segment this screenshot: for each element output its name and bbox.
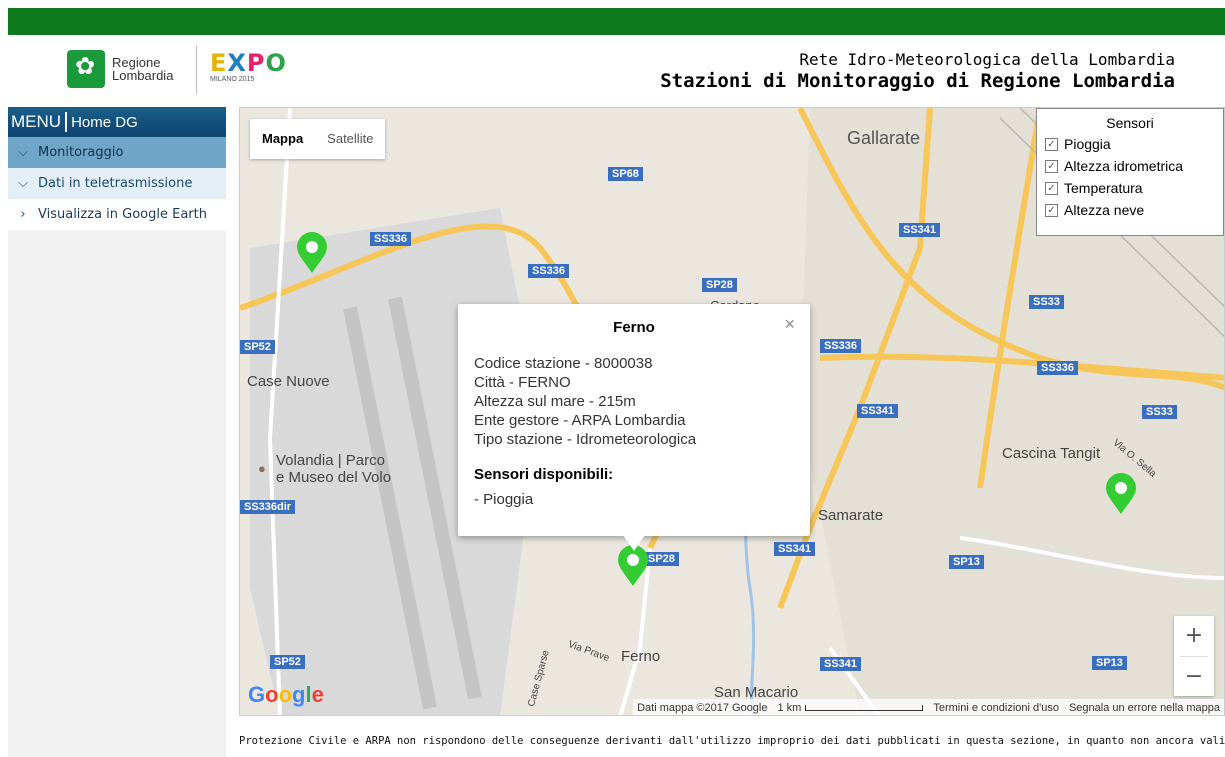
road-ss336: SS336	[370, 232, 412, 246]
chevron-down-icon: ⌵	[18, 176, 28, 191]
scale-bar: 1 km	[778, 702, 924, 714]
home-dg-link[interactable]: Home DG	[71, 114, 138, 131]
map-type-mappa-button[interactable]: Mappa	[250, 119, 315, 159]
checkbox-icon[interactable]: ✓	[1045, 181, 1058, 195]
popup-line-tipo: Tipo stazione - Idrometeorologica	[474, 431, 697, 448]
road-sp52: SP52	[240, 340, 275, 354]
chevron-down-icon: ⌵	[18, 145, 28, 160]
attribution-data: Dati mappa ©2017 Google	[637, 701, 768, 714]
page-title: Rete Idro-Meteorologica della Lombardia …	[660, 50, 1175, 92]
zoom-out-button[interactable]: −	[1174, 657, 1214, 697]
map-attribution: Dati mappa ©2017 Google 1 km Termini e c…	[633, 699, 1224, 715]
station-marker-ferno[interactable]	[616, 545, 650, 587]
road-ss336: SS336	[820, 339, 862, 353]
menu-header: MENU Home DG	[8, 107, 226, 137]
road-ss336: SS336	[1037, 361, 1079, 375]
road-ss341: SS341	[857, 404, 899, 418]
road-sp13: SP13	[1092, 656, 1127, 670]
header-bar	[8, 8, 1225, 35]
popup-sensor-item: - Pioggia	[474, 491, 534, 508]
road-sp28: SP28	[702, 278, 737, 292]
map-type-control: Mappa Satellite	[250, 119, 386, 159]
sidebar: MENU Home DG ⌵ Monitoraggio ⌵ Dati in te…	[8, 107, 226, 757]
station-marker[interactable]	[295, 232, 329, 274]
road-ss336: SS336	[528, 264, 570, 278]
regione-logo-text: Regione Lombardia	[112, 55, 174, 83]
place-label-gallarate: Gallarate	[847, 128, 921, 148]
regione-lombardia-logo[interactable]: ✿ Regione Lombardia	[67, 50, 197, 88]
sidebar-item-google-earth[interactable]: › Visualizza in Google Earth	[8, 199, 226, 230]
sensors-title: Sensori	[1106, 115, 1154, 131]
terms-link[interactable]: Termini e condizioni d'uso	[933, 702, 1059, 714]
zoom-in-button[interactable]: +	[1174, 616, 1214, 656]
zoom-control: + −	[1174, 616, 1214, 696]
sidebar-item-dati-teletrasmissione[interactable]: ⌵ Dati in teletrasmissione	[8, 168, 226, 199]
map-type-satellite-button[interactable]: Satellite	[315, 119, 385, 159]
google-logo[interactable]: Google	[248, 682, 324, 708]
sensor-toggle-altezza-neve[interactable]: ✓ Altezza neve	[1045, 199, 1215, 221]
road-ss341: SS341	[820, 657, 862, 671]
sidebar-item-label: Visualizza in Google Earth	[38, 207, 207, 222]
popup-line-altezza: Altezza sul mare - 215m	[474, 393, 636, 410]
station-marker[interactable]	[1104, 473, 1138, 515]
popup-line-ente: Ente gestore - ARPA Lombardia	[474, 412, 686, 429]
popup-line-codice: Codice stazione - 8000038	[474, 355, 653, 372]
menu-label: MENU	[11, 112, 62, 131]
place-label-volandia-1: Volandia | Parco	[276, 452, 385, 469]
sensor-toggle-pioggia[interactable]: ✓ Pioggia	[1045, 133, 1215, 155]
expo-logo[interactable]: EXPO MILANO 2015	[210, 50, 287, 83]
road-ss336dir: SS336dir	[240, 500, 296, 514]
road-ss341: SS341	[774, 542, 816, 556]
place-label-ferno: Ferno	[621, 648, 661, 665]
sidebar-item-label: Dati in teletrasmissione	[38, 176, 193, 191]
title-line1: Rete Idro-Meteorologica della Lombardia	[799, 50, 1175, 69]
sensors-panel: Sensori ✓ Pioggia ✓ Altezza idrometrica ✓ T…	[1036, 108, 1224, 236]
place-label-cascina-tangit: Cascina Tangit	[1002, 445, 1101, 462]
chevron-right-icon: ›	[20, 207, 26, 222]
popup-line-citta: Città - FERNO	[474, 374, 571, 391]
checkbox-icon[interactable]: ✓	[1045, 159, 1058, 173]
logo-divider	[196, 46, 197, 94]
sidebar-item-monitoraggio[interactable]: ⌵ Monitoraggio	[8, 137, 226, 168]
popup-body: Codice stazione - 8000038 Città - FERNO …	[458, 336, 810, 509]
road-ss33: SS33	[1029, 295, 1064, 309]
road-sp52: SP52	[270, 655, 305, 669]
report-error-link[interactable]: Segnala un errore nella mappa	[1069, 702, 1220, 714]
road-sp13: SP13	[949, 555, 984, 569]
road-ss33: SS33	[1142, 405, 1177, 419]
sidebar-item-label: Monitoraggio	[38, 145, 124, 160]
place-label-volandia-2: e Museo del Volo	[276, 469, 392, 486]
place-label-samarate: Samarate	[818, 507, 884, 524]
popup-title: Ferno	[613, 319, 655, 336]
station-info-popup: Ferno × Codice stazione - 8000038 Città …	[458, 304, 810, 551]
popup-sensors-heading: Sensori disponibili:	[474, 466, 614, 483]
close-icon[interactable]: ×	[784, 314, 795, 335]
road-sp68: SP68	[608, 167, 643, 181]
road-ss341: SS341	[899, 223, 941, 237]
sensor-toggle-temperatura[interactable]: ✓ Temperatura	[1045, 177, 1215, 199]
checkbox-icon[interactable]: ✓	[1045, 137, 1058, 151]
regione-logo-mark-icon: ✿	[67, 50, 105, 88]
disclaimer-text: Protezione Civile e ARPA non rispondono …	[239, 735, 1225, 747]
expo-logo-sub: MILANO 2015	[210, 76, 255, 83]
map-view[interactable]: Mappa Satellite Gallarate Case Nuove Vol…	[239, 107, 1225, 716]
place-label-case-nuove: Case Nuove	[247, 373, 330, 390]
title-line2: Stazioni di Monitoraggio di Regione Lomb…	[660, 70, 1175, 92]
museum-icon: ●	[258, 461, 266, 476]
sensor-toggle-altezza-idrometrica[interactable]: ✓ Altezza idrometrica	[1045, 155, 1215, 177]
checkbox-icon[interactable]: ✓	[1045, 203, 1058, 217]
